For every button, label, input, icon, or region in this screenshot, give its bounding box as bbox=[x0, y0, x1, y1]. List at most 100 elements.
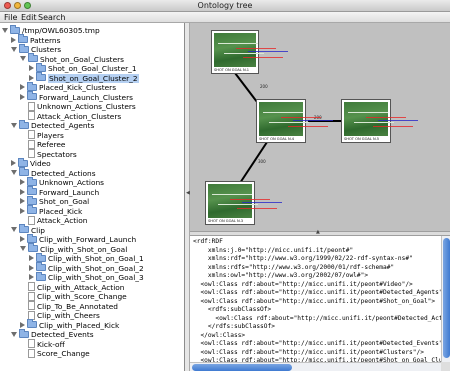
graph-node[interactable]: SHOT ON GOAL N.1 bbox=[211, 30, 259, 74]
disclosure-open-icon[interactable] bbox=[11, 122, 17, 128]
folder-icon bbox=[18, 157, 28, 167]
cluster-graph-view[interactable]: 200 200 300 SHOT ON GOAL N.1 SHOT ON GOA… bbox=[190, 23, 450, 231]
rdf-xml-source-view[interactable]: <rdf:RDF xmlns:j.0="http://micc.unifi.it… bbox=[190, 236, 441, 362]
node-caption: SHOT ON GOAL N.3 bbox=[208, 219, 244, 223]
node-caption: SHOT ON GOAL N.5 bbox=[344, 137, 380, 141]
folder-icon bbox=[36, 72, 46, 81]
disclosure-closed-icon[interactable] bbox=[29, 255, 34, 261]
menu-edit[interactable]: Edit bbox=[21, 13, 37, 22]
edge-label: 200 bbox=[314, 115, 322, 120]
xml-line: <owl:Class rdf:about="http://micc.unifi.… bbox=[193, 289, 441, 296]
folder-icon bbox=[27, 91, 37, 100]
document-icon bbox=[28, 101, 35, 111]
xml-line: </rdfs:subClassOf> bbox=[193, 323, 275, 330]
xml-line: xmlns:j.0="http://micc.unifi.it/peont#" bbox=[193, 246, 354, 254]
xml-line: <rdf:RDF bbox=[193, 238, 223, 245]
disclosure-closed-icon[interactable] bbox=[11, 36, 16, 43]
disclosure-open-icon[interactable] bbox=[2, 27, 8, 33]
ontology-tree[interactable]: /tmp/OWL60305.tmp Patterns Clusters Shot_on… bbox=[0, 23, 185, 371]
document-icon bbox=[28, 282, 35, 291]
xml-line: xmlns:owl="http://www.w3.org/2002/07/owl… bbox=[193, 272, 369, 279]
folder-icon bbox=[27, 319, 37, 328]
edge-label: 200 bbox=[260, 84, 268, 89]
disclosure-closed-icon[interactable] bbox=[20, 236, 25, 242]
disclosure-closed-icon[interactable] bbox=[20, 198, 25, 204]
xml-line: <owl:Class rdf:about="http://micc.unifi.… bbox=[193, 348, 424, 356]
disclosure-open-icon[interactable] bbox=[11, 46, 17, 52]
menu-search[interactable]: Search bbox=[38, 13, 65, 22]
disclosure-closed-icon[interactable] bbox=[29, 274, 34, 280]
document-icon bbox=[28, 111, 35, 120]
vertical-scroll-thumb[interactable] bbox=[443, 238, 450, 358]
menu-file[interactable]: File bbox=[4, 13, 17, 22]
folder-icon bbox=[19, 167, 29, 176]
collapse-up-icon[interactable]: ▲ bbox=[316, 229, 320, 235]
disclosure-open-icon[interactable] bbox=[11, 227, 17, 232]
disclosure-open-icon[interactable] bbox=[20, 246, 26, 251]
folder-icon bbox=[19, 119, 29, 129]
disclosure-closed-icon[interactable] bbox=[29, 65, 34, 71]
folder-icon bbox=[27, 81, 37, 91]
folder-icon bbox=[19, 43, 29, 53]
disclosure-closed-icon[interactable] bbox=[29, 74, 34, 81]
xml-line: <owl:Class rdf:about="http://micc.unifi.… bbox=[215, 314, 441, 322]
disclosure-open-icon[interactable] bbox=[11, 170, 17, 175]
folder-icon bbox=[27, 176, 37, 186]
xml-line: <owl:Class rdf:about="http://micc.unifi.… bbox=[193, 340, 441, 347]
document-icon bbox=[28, 291, 35, 301]
xml-line: </owl:Class> bbox=[193, 331, 246, 339]
folder-icon bbox=[27, 205, 37, 214]
disclosure-closed-icon[interactable] bbox=[11, 160, 16, 166]
folder-icon bbox=[18, 34, 28, 43]
vertical-scrollbar[interactable] bbox=[441, 236, 450, 362]
window-title: Ontology tree bbox=[197, 1, 253, 10]
node-caption: SHOT ON GOAL N.4 bbox=[259, 137, 295, 141]
document-icon bbox=[28, 339, 35, 348]
folder-icon bbox=[28, 53, 38, 62]
folder-icon bbox=[27, 186, 37, 195]
document-icon bbox=[28, 139, 35, 149]
graph-node[interactable]: SHOT ON GOAL N.5 bbox=[341, 99, 391, 143]
disclosure-closed-icon[interactable] bbox=[20, 207, 25, 214]
graph-node[interactable]: SHOT ON GOAL N.4 bbox=[256, 99, 306, 143]
disclosure-closed-icon[interactable] bbox=[20, 188, 25, 195]
xml-line: xmlns:rdfs="http://www.w3.org/2000/01/rd… bbox=[193, 263, 395, 271]
menu-bar: File Edit Search bbox=[0, 12, 450, 23]
xml-line: <owl:Class rdf:about="http://micc.unifi.… bbox=[193, 297, 436, 305]
folder-icon bbox=[36, 62, 46, 72]
folder-icon bbox=[10, 24, 20, 34]
scroll-corner bbox=[441, 362, 450, 371]
folder-icon bbox=[36, 271, 46, 281]
folder-icon bbox=[28, 243, 38, 252]
edge-label: 300 bbox=[258, 159, 266, 164]
tree-item-label: Score_Change bbox=[37, 349, 90, 358]
disclosure-open-icon[interactable] bbox=[20, 56, 26, 61]
disclosure-closed-icon[interactable] bbox=[20, 84, 25, 90]
document-icon bbox=[28, 215, 35, 225]
disclosure-closed-icon[interactable] bbox=[20, 321, 25, 328]
xml-line: xmlns:rdf="http://www.w3.org/1999/02/22-… bbox=[193, 255, 413, 262]
disclosure-closed-icon[interactable] bbox=[20, 93, 25, 100]
xml-line: <rdfs:subClassOf> bbox=[193, 306, 272, 313]
horizontal-scrollbar[interactable] bbox=[190, 362, 441, 371]
disclosure-closed-icon[interactable] bbox=[29, 264, 34, 271]
horizontal-scroll-thumb[interactable] bbox=[192, 364, 292, 371]
folder-icon bbox=[19, 224, 29, 233]
disclosure-open-icon[interactable] bbox=[11, 331, 17, 337]
disclosure-closed-icon[interactable] bbox=[20, 179, 25, 185]
document-icon bbox=[28, 149, 35, 158]
graph-node[interactable]: SHOT ON GOAL N.3 bbox=[205, 181, 255, 225]
tree-item[interactable]: Score_Change bbox=[20, 348, 90, 359]
video-thumbnail bbox=[259, 102, 303, 136]
